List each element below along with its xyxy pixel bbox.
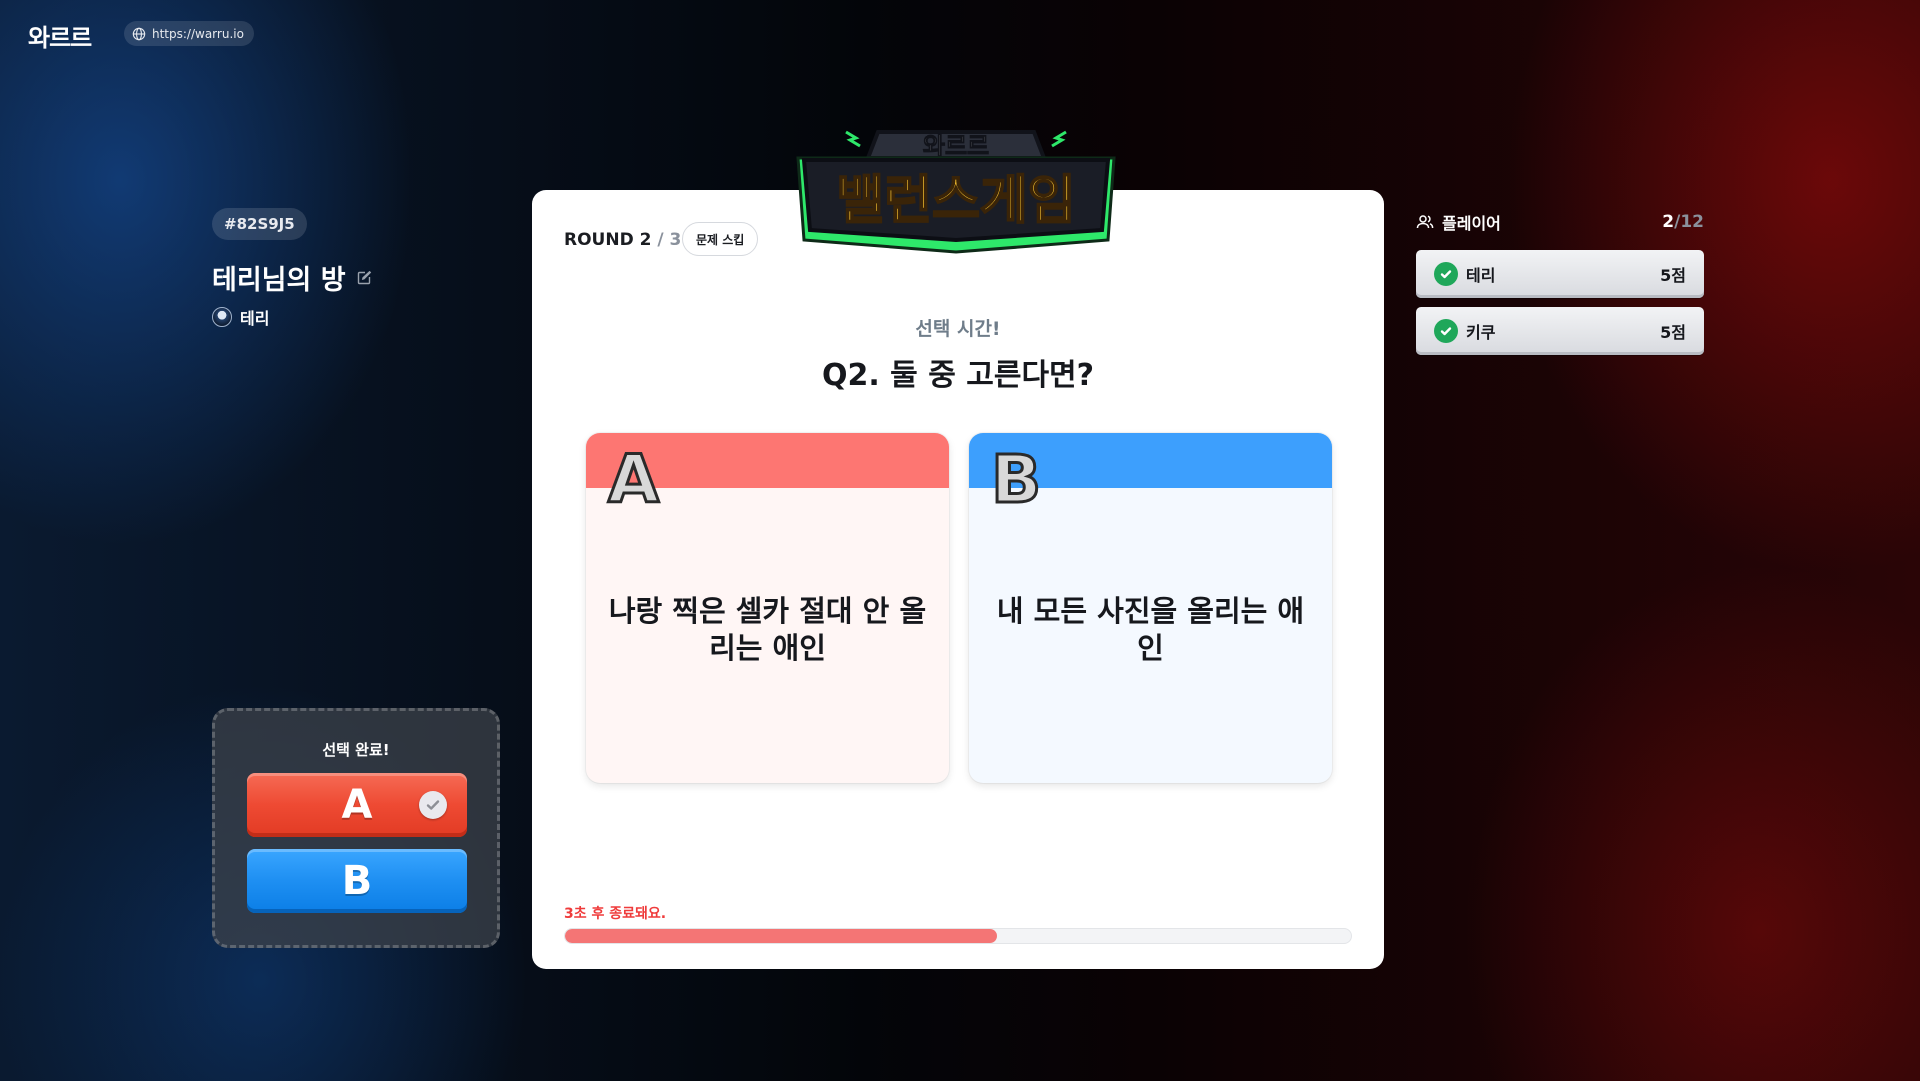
choice-a-letter: A [341, 782, 373, 828]
timer-text: 3초 후 종료돼요. [564, 906, 667, 922]
round-indicator: ROUND 2 / 3 [564, 230, 681, 250]
option-b-text: 내 모든 사진을 올리는 애인 [996, 594, 1305, 666]
round-current: 2 [639, 230, 652, 250]
room-code-badge[interactable]: #82S9J5 [212, 208, 307, 240]
question-card: ROUND 2 / 3 문제 스킵 선택 시간! Q2. 둘 중 고른다면? A… [532, 190, 1384, 969]
host-avatar [212, 307, 232, 327]
app-logo[interactable]: 와르르 [28, 18, 92, 53]
my-choice-panel: 선택 완료! A B [212, 708, 500, 948]
players-label: 플레이어 [1442, 214, 1501, 233]
option-a-card[interactable]: A 나랑 찍은 셀카 절대 안 올리는 애인 [586, 433, 949, 783]
balance-game-logo: 와르르 밸런스게임 [796, 130, 1116, 254]
players-max: /12 [1674, 212, 1704, 232]
room-host: 테리 [212, 305, 269, 329]
timer-progress-fill [565, 929, 998, 943]
timer-progress-bar [564, 928, 1352, 944]
globe-icon [132, 27, 146, 40]
option-b-letter: B [989, 441, 1042, 518]
player-score: 5점 [1660, 323, 1686, 342]
users-icon [1416, 215, 1434, 229]
ready-check-icon [1434, 319, 1458, 343]
choice-b-button[interactable]: B [247, 849, 467, 913]
option-a-text: 나랑 찍은 셀카 절대 안 올리는 애인 [608, 594, 927, 666]
round-total: / 3 [657, 230, 682, 250]
choice-complete-label: 선택 완료! [322, 741, 390, 759]
host-name: 테리 [240, 309, 270, 328]
players-count: 2/12 [1662, 212, 1704, 232]
round-label: ROUND [564, 230, 634, 250]
logo-main-text: 밸런스게임 [836, 171, 1075, 231]
skip-question-button[interactable]: 문제 스킵 [682, 222, 759, 256]
question-text: Q2. 둘 중 고른다면? [821, 358, 1095, 393]
phase-label: 선택 시간! [915, 318, 1001, 340]
ready-check-icon [1434, 262, 1458, 286]
players-header: 플레이어 2/12 [1416, 210, 1704, 234]
player-name: 테리 [1466, 266, 1496, 285]
room-title: 테리님의 방 [212, 265, 346, 296]
option-a-letter: A [606, 441, 660, 518]
url-pill[interactable]: https://warru.io [124, 21, 254, 46]
edit-icon[interactable] [356, 270, 372, 286]
player-name: 키쿠 [1466, 323, 1496, 342]
option-b-card[interactable]: B 내 모든 사진을 올리는 애인 [969, 433, 1332, 783]
choice-a-button[interactable]: A [247, 773, 467, 837]
url-text: https://warru.io [152, 26, 244, 41]
player-row: 테리 5점 [1416, 250, 1704, 298]
selected-check-icon [419, 791, 447, 819]
logo-top-text: 와르르 [923, 132, 989, 160]
players-current: 2 [1662, 212, 1675, 232]
choice-b-letter: B [341, 858, 373, 904]
room-title-row: 테리님의 방 [212, 258, 372, 297]
player-row: 키쿠 5점 [1416, 307, 1704, 355]
player-score: 5점 [1660, 266, 1686, 285]
